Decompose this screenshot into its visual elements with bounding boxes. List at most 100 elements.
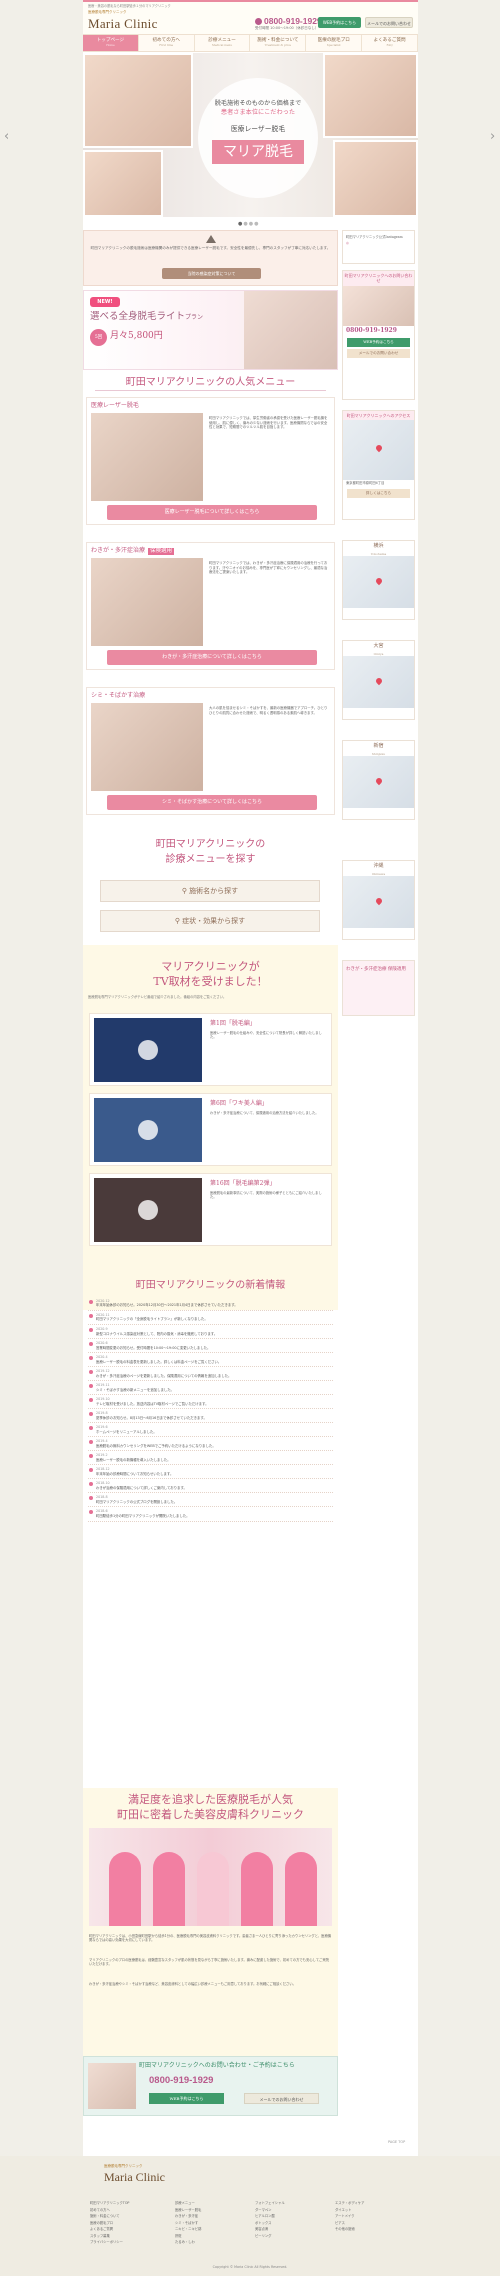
- notice-box: 町田マリアクリニックの脱毛施術は医療機関のみが提供できる医療レーザー脱毛です。安…: [83, 230, 338, 286]
- news-item[interactable]: 2018.8 町田マリアクリニックの公式ブログを開設しました。: [88, 1493, 333, 1508]
- search-by-symptom-button[interactable]: ⚲ 症状・効果から探す: [100, 910, 320, 932]
- sidebar-phone[interactable]: 0800-919-1929: [343, 326, 414, 336]
- slider-prev-icon[interactable]: ‹: [4, 128, 9, 146]
- cta-mail-button[interactable]: メールでのお問い合わせ: [244, 2093, 319, 2104]
- news-item[interactable]: 2019.4 医療脱毛の無料カウンセリングをWEBでご予約いただけるようになりまし…: [88, 1437, 333, 1452]
- bullet-icon: [89, 1342, 93, 1347]
- nav-item-price[interactable]: 施術・料金について Treatment & price: [250, 35, 307, 51]
- about-title-1: 満足度を追求した医療脱毛が人気: [128, 1793, 293, 1806]
- promo-title-suffix: プラン: [185, 314, 204, 321]
- footer-link[interactable]: 町田マリアクリニックTOP: [90, 2200, 129, 2207]
- nav-item-menu[interactable]: 診療メニュー Medical menu: [195, 35, 251, 51]
- slider-next-icon[interactable]: ›: [490, 128, 495, 146]
- bullet-icon: [89, 1510, 93, 1515]
- sidebar-access-button[interactable]: 詳しくはこちら: [347, 488, 410, 498]
- web-reserve-button[interactable]: WEB予約はこちら: [318, 17, 361, 28]
- footer-logo[interactable]: Maria Clinic: [104, 2169, 165, 2185]
- search-by-name-button[interactable]: ⚲ 施術名から探す: [100, 880, 320, 902]
- tv-video-2[interactable]: 第6回「ワキ美人編」 わきが・多汗症治療について、保険適用の治療方法を紹介いたし…: [89, 1093, 332, 1166]
- video-thumbnail[interactable]: [94, 1178, 202, 1242]
- menu-card-title: 医療レーザー脱毛: [91, 402, 139, 409]
- laser-detail-button[interactable]: 医療レーザー脱毛について詳しくはこちら: [107, 505, 317, 520]
- bullet-icon: [89, 1468, 93, 1473]
- nav-sub: First time: [159, 43, 174, 48]
- news-text: 町田マリアクリニックの公式ブログを開設しました。: [96, 1499, 178, 1504]
- footer-link[interactable]: ニキビ・ニキビ跡: [175, 2226, 201, 2233]
- footer-logo-subtitle: 医療脱毛専門クリニック: [104, 2164, 143, 2168]
- footer-link[interactable]: たるみ・しわ: [175, 2239, 201, 2246]
- notice-text: 町田マリアクリニックの脱毛施術は医療機関のみが提供できる医療レーザー脱毛です。安…: [90, 246, 331, 250]
- cta-photo: [88, 2063, 136, 2109]
- wakiga-detail-button[interactable]: わきが・多汗症治療について詳しくはこちら: [107, 650, 317, 665]
- nav-sub: Treatment & price: [264, 43, 292, 48]
- mail-contact-button[interactable]: メールでのお問い合わせ: [365, 17, 413, 28]
- footer-link[interactable]: その他の施術: [335, 2226, 364, 2233]
- news-item[interactable]: 2019.12 わきが・多汗症治療のページを更新しました。保険適用についての情報を…: [88, 1367, 333, 1382]
- footer-link[interactable]: エステ・ボディケア: [335, 2200, 364, 2207]
- news-item[interactable]: 2019.2 医療レーザー脱毛の新機種を導入いたしました。: [88, 1451, 333, 1466]
- news-item[interactable]: 2020.9 新型コロナウイルス感染症対策として、院内の換気・消毒を徹底しておりま…: [88, 1325, 333, 1340]
- news-title: 町田マリアクリニックの新着情報: [135, 1280, 286, 1291]
- nav-item-home[interactable]: トップページ Home: [83, 35, 139, 51]
- sidebar-mail-button[interactable]: メールでのお問い合わせ: [347, 348, 410, 358]
- insurance-badge: 保険適用: [148, 548, 175, 556]
- infection-control-button[interactable]: 当院の感染症対策について: [162, 268, 261, 279]
- footer-link[interactable]: プライバシーポリシー: [90, 2239, 129, 2246]
- footer-link[interactable]: ピーリング: [255, 2233, 285, 2240]
- cta-web-reserve-button[interactable]: WEB予約はこちら: [149, 2093, 224, 2104]
- promo-price: 月々5,800円: [110, 331, 163, 341]
- sidebar-web-reserve-button[interactable]: WEB予約はこちら: [347, 337, 410, 347]
- page-top-link[interactable]: PAGE TOP: [388, 2140, 405, 2145]
- news-list: 2020.12 年末年始休診のお知らせ。2020年12月30日〜2021年1月4日…: [88, 1297, 333, 1522]
- bullet-icon: [89, 1440, 93, 1445]
- news-item[interactable]: 2020.12 年末年始休診のお知らせ。2020年12月30日〜2021年1月4日…: [88, 1297, 333, 1312]
- news-item[interactable]: 2020.4 医療レーザー脱毛の料金表を更新しました。詳しくは料金ページをご覧くだ…: [88, 1353, 333, 1368]
- footer-link[interactable]: フォトフェイシャル: [255, 2200, 285, 2207]
- sidebar-map[interactable]: [343, 420, 414, 481]
- bullet-icon: [89, 1370, 93, 1375]
- video-thumbnail[interactable]: [94, 1098, 202, 1162]
- news-item[interactable]: 2018.6 町田駅徒歩1分の町田マリアクリニックが開院いたしました。: [88, 1507, 333, 1522]
- bullet-icon: [89, 1426, 93, 1431]
- footer-link[interactable]: わきが・多汗症: [175, 2213, 201, 2220]
- news-item[interactable]: 2019.6 ホームページをリニューアルしました。: [88, 1423, 333, 1438]
- promo-photo: [244, 291, 337, 369]
- video-thumbnail[interactable]: [94, 1018, 202, 1082]
- nav-item-faq[interactable]: よくあるご質問 FAQ: [362, 35, 418, 51]
- sidebar-region-okinawa[interactable]: 沖縄 Okinawa: [342, 860, 415, 940]
- cta-phone[interactable]: 0800-919-1929: [149, 2075, 213, 2088]
- news-item[interactable]: 2019.10 テレビ取材を受けました。放送内容はTV取材ページでご覧いただけます…: [88, 1395, 333, 1410]
- news-item[interactable]: 2018.12 年末年始の診療時間についてお知らせいたします。: [88, 1465, 333, 1480]
- site-logo[interactable]: Maria Clinic: [88, 15, 158, 33]
- shimi-detail-button[interactable]: シミ・そばかす治療について詳しくはこちら: [107, 795, 317, 810]
- news-item[interactable]: 2020.11 町田マリアクリニックの「全身脱毛ライトプラン」が新しくなりました。: [88, 1311, 333, 1326]
- news-text: 町田マリアクリニックの「全身脱毛ライトプラン」が新しくなりました。: [96, 1317, 208, 1322]
- nav-item-first[interactable]: 初めての方へ First time: [139, 35, 195, 51]
- bullet-icon: [89, 1300, 93, 1304]
- map-pin-icon: [374, 676, 384, 686]
- sidebar-region-yokohama[interactable]: 横浜 Yokohama: [342, 540, 415, 620]
- sidebar-instagram[interactable]: 町田マリアクリニック公式Instagram ◎: [342, 230, 415, 264]
- sidebar-region-shinjuku[interactable]: 新宿 Shinjuku: [342, 740, 415, 820]
- tv-video-3[interactable]: 第16回「脱毛編第2弾」 医療脱毛の最新事情について、実際の施術の様子とともにご…: [89, 1173, 332, 1246]
- sidebar-access-text: 東京都町田市原町田6丁目: [346, 481, 385, 486]
- about-para-3: わきが・多汗症治療やシミ・そばかす治療など、美容皮膚科としての幅広い診療メニュー…: [89, 1982, 296, 1986]
- nav-item-specialist[interactable]: 医療の脱毛プロ Specialist: [306, 35, 363, 51]
- news-text: シミ・そばかす治療の新メニューを追加しました。: [96, 1387, 175, 1392]
- news-text: 医療脱毛の無料カウンセリングをWEBでご予約いただけるようになりました。: [96, 1443, 216, 1448]
- sidebar-contact: 町田マリアクリニックへのお問い合わせ 0800-919-1929 WEB予約はこ…: [342, 270, 415, 400]
- news-item[interactable]: 2020.6 営業時間変更のお知らせ。受付時間を10:00〜19:00に変更いたし…: [88, 1339, 333, 1354]
- new-badge: NEW!: [90, 297, 120, 307]
- promo-banner[interactable]: NEW! 選べる全身脱毛ライトプラン 5回 月々5,800円: [83, 290, 338, 370]
- tv-video-1[interactable]: 第1回「脱毛編」 医療レーザー脱毛の仕組みや、安全性について院長が詳しく解説いた…: [89, 1013, 332, 1086]
- news-item[interactable]: 2018.10 わきが治療の保険適用について詳しくご案内しております。: [88, 1479, 333, 1494]
- menu-card-text: 町田マリアクリニックでは、わきが・多汗症治療に保険適用の治療を行っております。汗…: [209, 561, 328, 575]
- footer: 医療脱毛専門クリニック Maria Clinic 町田マリアクリニックTOP 初め…: [0, 2156, 500, 2276]
- news-item[interactable]: 2019.11 シミ・そばかす治療の新メニューを追加しました。: [88, 1381, 333, 1396]
- sidebar-wakiga-banner[interactable]: わきが・多汗症治療 保険適用: [342, 960, 415, 1016]
- bullet-icon: [89, 1482, 93, 1487]
- sidebar-region-omiya[interactable]: 大宮 Omiya: [342, 640, 415, 720]
- news-item[interactable]: 2019.8 夏季休診のお知らせ。8月13日〜8月16日まで休診させていただきます…: [88, 1409, 333, 1424]
- instagram-text: 町田マリアクリニック公式Instagram: [346, 235, 403, 239]
- slider-dots[interactable]: ●●●●: [238, 221, 259, 228]
